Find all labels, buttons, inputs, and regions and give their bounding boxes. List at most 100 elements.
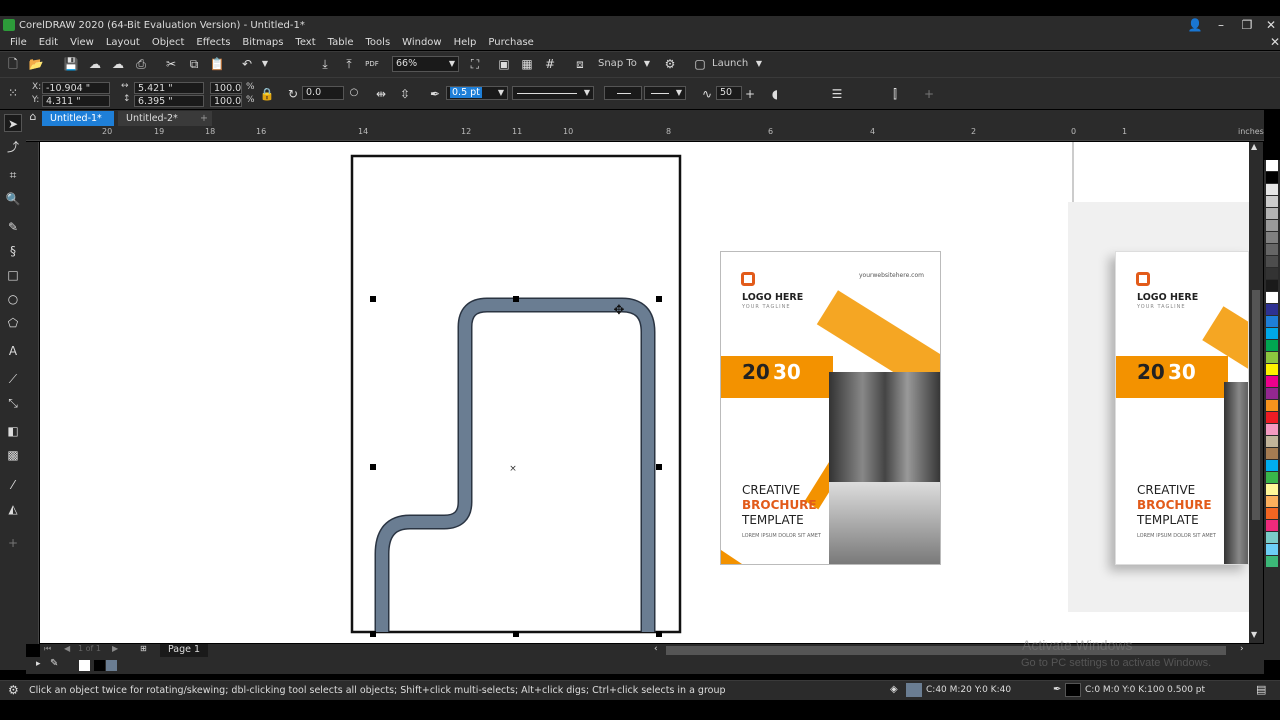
palette-swatch[interactable] [1266,460,1278,471]
palette-swatch[interactable] [1266,436,1278,447]
end-arrowhead-picker[interactable]: ▼ [644,86,686,100]
palette-swatch[interactable] [1266,556,1278,567]
palette-swatch[interactable] [1266,316,1278,327]
scroll-down-icon[interactable]: ▼ [1251,630,1257,639]
menu-layout[interactable]: Layout [100,37,146,48]
save-icon[interactable]: 💾 [62,55,80,73]
brochure-image[interactable]: LOGO HERE YOUR TAGLINE yourwebsitehere.c… [720,251,941,565]
width-field[interactable]: 5.421 " [134,82,204,94]
line-style-picker[interactable]: ▼ [512,86,594,100]
swatch-path-fill[interactable] [106,660,117,671]
cloud-upload-icon[interactable]: ☁ [109,55,127,73]
horizontal-scroll-thumb[interactable] [666,646,1226,655]
show-guidelines-icon[interactable]: # [541,55,559,73]
palette-swatch[interactable] [1266,472,1278,483]
launch-dropdown-icon[interactable]: ▼ [750,55,768,73]
transparency-tool-icon[interactable]: ▩ [4,446,22,464]
palette-swatch[interactable] [1266,400,1278,411]
smoothing-field[interactable]: 50 [716,86,742,100]
palette-swatch[interactable] [1266,280,1278,291]
menu-file[interactable]: File [0,37,33,48]
crop-tool-icon[interactable]: ⌗ [4,166,22,184]
palette-swatch[interactable] [1266,340,1278,351]
shape-tool-icon[interactable]: ⤴ [4,138,22,156]
height-field[interactable]: 6.395 " [134,95,204,107]
scroll-left-icon[interactable]: ‹ [654,644,658,654]
rectangle-tool-icon[interactable]: □ [4,266,22,284]
palette-swatch[interactable] [1266,172,1278,183]
quick-customize-icon[interactable]: + [4,534,22,552]
snap-to-dropdown-icon[interactable]: ▼ [638,55,656,73]
brochure-mockup-image[interactable]: LOGO HERE YOUR TAGLINE 20 30 CREATIVE BR… [1115,251,1249,565]
align-distribute-icon[interactable]: ⫿ [886,85,904,103]
palette-swatch[interactable] [1266,412,1278,423]
menu-text[interactable]: Text [289,37,321,48]
import-icon[interactable]: ⤓ [316,55,334,73]
tab-untitled-1[interactable]: Untitled-1* [42,111,114,126]
vertical-scrollbar[interactable]: ▲ ▼ [1249,142,1263,643]
page-tab[interactable]: Page 1 [160,644,209,657]
palette-swatch[interactable] [1266,364,1278,375]
print-icon[interactable]: ⎙ [132,55,150,73]
interactive-fill-icon[interactable]: ◭ [4,500,22,518]
menu-effects[interactable]: Effects [190,37,236,48]
palette-swatch[interactable] [1266,520,1278,531]
cloud-download-icon[interactable]: ☁ [86,55,104,73]
close-curve-icon[interactable]: ◖ [766,85,784,103]
menu-bitmaps[interactable]: Bitmaps [236,37,289,48]
palette-swatch[interactable] [1266,328,1278,339]
palette-swatch[interactable] [1266,196,1278,207]
eyedropper-icon[interactable]: ✎ [50,658,58,669]
menu-edit[interactable]: Edit [33,37,64,48]
paste-icon[interactable]: 📋 [208,55,226,73]
copy-icon[interactable]: ⧉ [185,55,203,73]
menu-help[interactable]: Help [448,37,483,48]
snap-to-icon[interactable]: ⧈ [571,55,589,73]
ellipse-tool-icon[interactable]: ○ [4,290,22,308]
user-icon[interactable]: 👤 [1182,16,1208,34]
palette-swatch[interactable] [1266,484,1278,495]
palette-swatch[interactable] [1266,208,1278,219]
zoom-to-page-icon[interactable]: ⛶ [466,55,484,73]
drop-shadow-icon[interactable]: ◧ [4,422,22,440]
gear-icon[interactable]: ⚙ [8,683,19,697]
outline-color-swatch[interactable] [1065,683,1081,697]
zoom-level-field[interactable]: 66% ▼ [392,56,459,72]
palette-swatch[interactable] [1266,388,1278,399]
export-icon[interactable]: ⤒ [340,55,358,73]
launch-label[interactable]: Launch [712,58,748,69]
palette-swatch[interactable] [1266,184,1278,195]
palette-swatch[interactable] [1266,232,1278,243]
restore-button[interactable]: ❐ [1234,16,1260,34]
home-icon[interactable]: ⌂ [24,108,42,126]
curve-smoothing-icon[interactable]: ∿ [698,85,716,103]
palette-swatch[interactable] [1266,292,1278,303]
outline-pen-icon[interactable]: ✒ [426,85,444,103]
swatch-black[interactable] [94,660,105,671]
reference-point-icon[interactable]: ⁙ [4,84,22,102]
export-pdf-icon[interactable]: PDF [363,55,381,73]
previous-page-icon[interactable]: ◀ [64,644,70,653]
add-page-icon[interactable]: ⊞ [140,644,147,653]
y-position-field[interactable]: 4.311 " [42,95,110,107]
palette-swatch[interactable] [1266,496,1278,507]
first-page-icon[interactable]: ⏮ [44,644,51,654]
palette-swatch[interactable] [1266,244,1278,255]
launch-icon[interactable]: ▢ [691,55,709,73]
parallel-dimension-icon[interactable]: ⟋ [4,370,22,388]
eyedropper-tool-icon[interactable]: ⁄ [4,476,22,494]
new-document-icon[interactable]: 🗋 [4,55,22,73]
undo-icon[interactable]: ↶ [238,55,256,73]
menu-object[interactable]: Object [146,37,191,48]
snap-to-label[interactable]: Snap To [598,58,637,69]
add-icon[interactable]: + [920,85,938,103]
menu-table[interactable]: Table [322,37,360,48]
next-page-icon[interactable]: ▶ [112,644,118,653]
options-gear-icon[interactable]: ⚙ [661,55,679,73]
swatch-white[interactable] [79,660,90,671]
artistic-media-icon[interactable]: § [4,242,22,260]
palette-swatch[interactable] [1266,508,1278,519]
open-icon[interactable]: 📂 [27,55,45,73]
menu-tools[interactable]: Tools [360,37,397,48]
polygon-tool-icon[interactable]: ⬠ [4,314,22,332]
